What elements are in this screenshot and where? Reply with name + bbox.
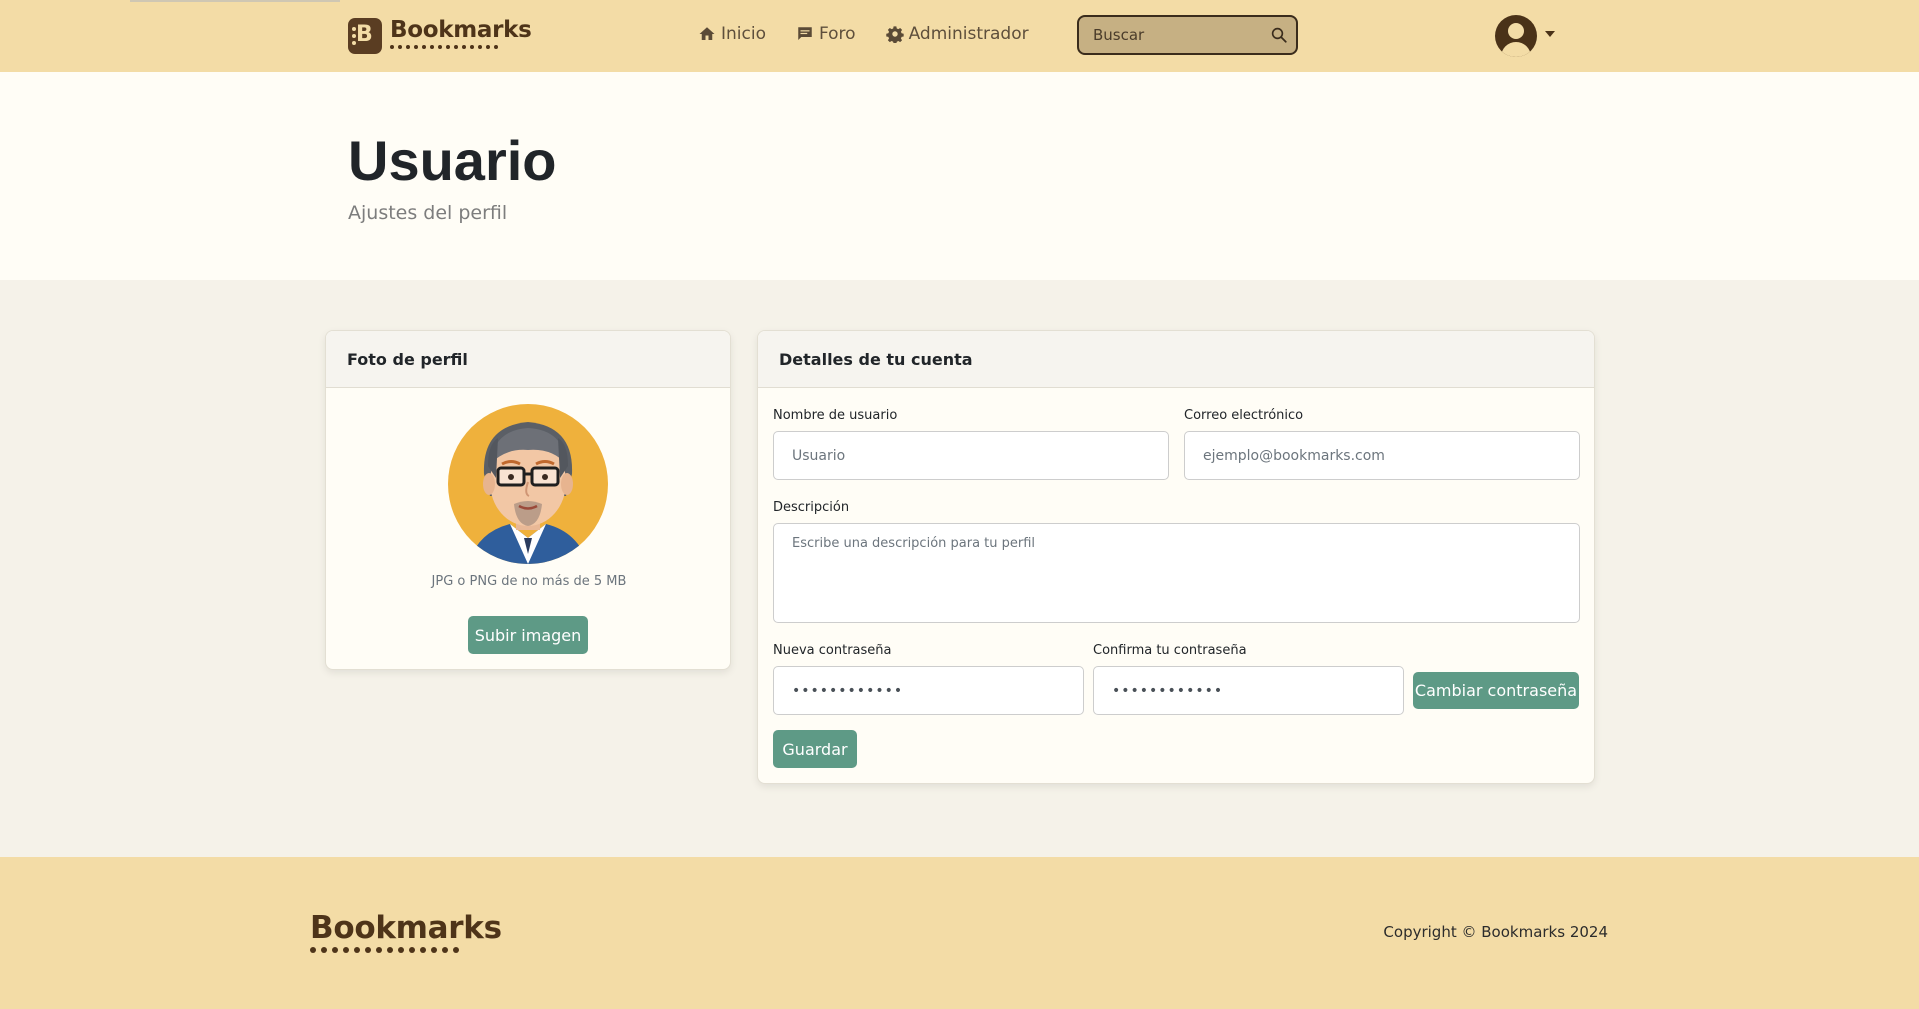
- nav-links: Inicio Foro Administrador: [698, 24, 1029, 44]
- new-password-label: Nueva contraseña: [773, 643, 892, 658]
- loading-bar: [130, 0, 340, 2]
- nav-link-inicio[interactable]: Inicio: [698, 24, 766, 44]
- search-box: [1077, 15, 1298, 55]
- page-subtitle: Ajustes del perfil: [348, 202, 508, 224]
- copyright-text: Copyright © Bookmarks 2024: [1383, 923, 1608, 941]
- page-title: Usuario: [348, 129, 557, 192]
- footer: Bookmarks Copyright © Bookmarks 2024: [0, 857, 1919, 1009]
- brand-dots: [390, 45, 532, 49]
- navbar: B Bookmarks Inicio Foro Administrador: [0, 0, 1919, 72]
- account-details-card: Detalles de tu cuenta Nombre de usuario …: [757, 330, 1595, 784]
- profile-photo-card: Foto de perfil JPG o PNG de no más de 5 …: [325, 330, 731, 670]
- nav-link-label: Foro: [818, 24, 856, 44]
- footer-brand-logo[interactable]: Bookmarks: [310, 912, 502, 953]
- description-label: Descripción: [773, 500, 850, 515]
- chat-icon: [798, 27, 812, 40]
- gear-icon: [885, 26, 904, 43]
- logo-letter: B: [356, 22, 373, 47]
- username-input[interactable]: [773, 431, 1169, 480]
- card-title: Detalles de tu cuenta: [758, 331, 1594, 388]
- upload-image-button[interactable]: Subir imagen: [468, 616, 588, 654]
- new-password-input[interactable]: [773, 666, 1084, 715]
- confirm-password-label: Confirma tu contraseña: [1093, 643, 1247, 658]
- username-label: Nombre de usuario: [773, 408, 898, 423]
- home-icon: [699, 27, 715, 40]
- search-input[interactable]: [1093, 25, 1263, 45]
- brand-logo[interactable]: B Bookmarks: [348, 18, 532, 54]
- footer-brand-dots: [310, 947, 502, 953]
- footer-brand-name: Bookmarks: [310, 910, 502, 946]
- nav-link-administrador[interactable]: Administrador: [885, 24, 1029, 44]
- user-avatar-icon[interactable]: [1495, 15, 1537, 57]
- nav-link-label: Inicio: [721, 24, 766, 44]
- brand-name: Bookmarks: [390, 17, 532, 43]
- nav-link-label: Administrador: [908, 24, 1029, 44]
- nav-link-foro[interactable]: Foro: [796, 24, 856, 44]
- email-label: Correo electrónico: [1184, 408, 1304, 423]
- change-password-button[interactable]: Cambiar contraseña: [1413, 672, 1579, 709]
- search-icon[interactable]: [1270, 26, 1288, 44]
- email-input[interactable]: [1184, 431, 1580, 480]
- description-textarea[interactable]: [773, 523, 1580, 623]
- bookmarks-logo-icon: B: [348, 18, 382, 54]
- photo-hint-text: JPG o PNG de no más de 5 MB: [431, 574, 627, 589]
- confirm-password-input[interactable]: [1093, 666, 1404, 715]
- caret-down-icon[interactable]: [1545, 31, 1555, 37]
- profile-avatar-image: [448, 404, 608, 564]
- card-title: Foto de perfil: [326, 331, 730, 388]
- save-button[interactable]: Guardar: [773, 730, 857, 768]
- page-header: Usuario Ajustes del perfil: [0, 72, 1919, 280]
